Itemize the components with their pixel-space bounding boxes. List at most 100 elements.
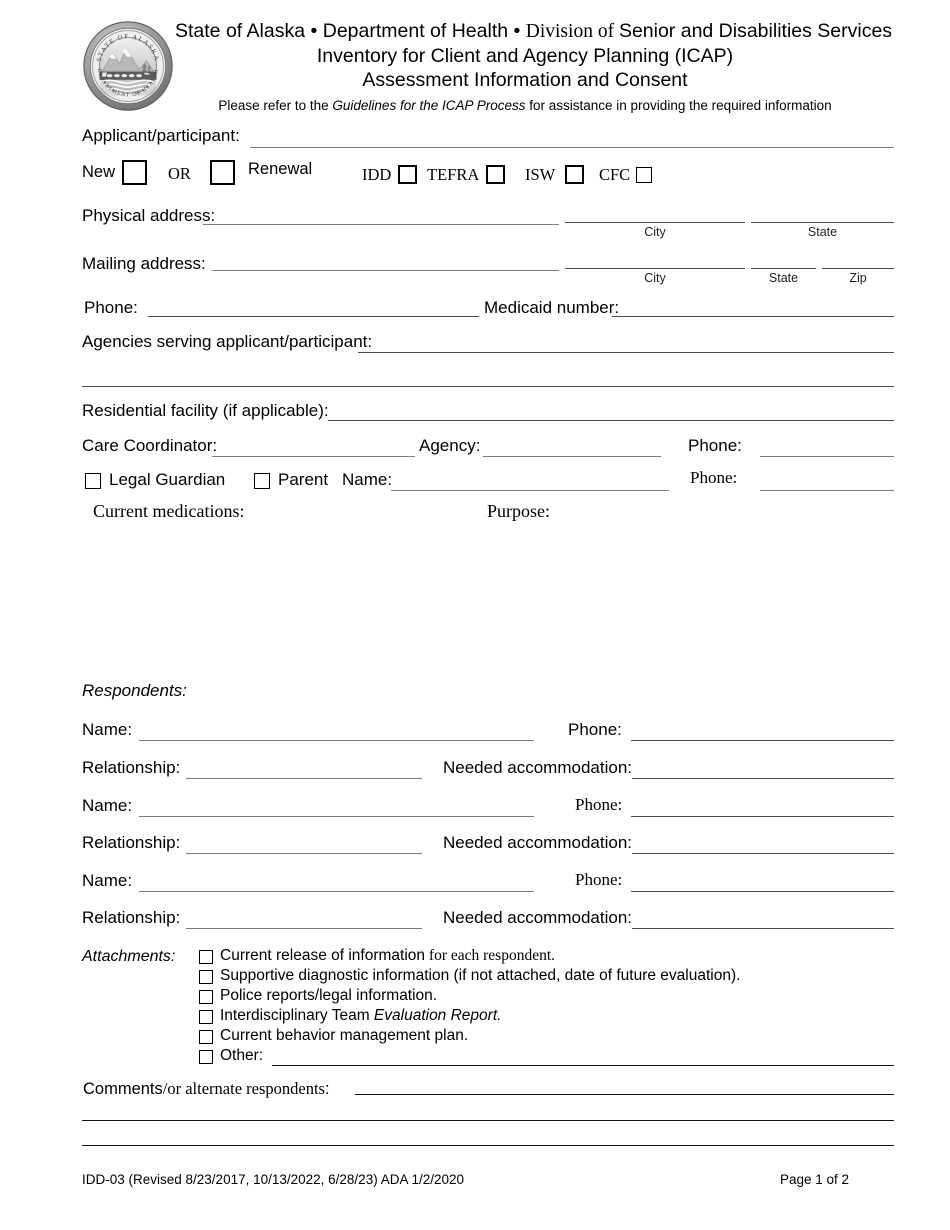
attachment-checkbox-behavior-management-plan[interactable]	[199, 1030, 213, 1044]
attachment-label-police-reports: Police reports/legal information.	[220, 987, 438, 1004]
guardian-phone-input[interactable]	[760, 490, 894, 491]
attachment-checkbox-other[interactable]	[199, 1050, 213, 1064]
attachment-0-text-a: Current release of information	[220, 947, 426, 964]
attachment-checkbox-police-reports[interactable]	[199, 990, 213, 1004]
icap-form-page: STATE OF ALASKA DEPARTMENT OF HEALTH Sta…	[0, 0, 950, 1230]
physical-state-caption: State	[807, 225, 838, 239]
agency-header-part-c: Senior and Disabilities Services	[618, 20, 893, 42]
agencies-serving-input-line-1[interactable]	[358, 352, 894, 353]
respondent-1-accommodation-input[interactable]	[632, 778, 894, 779]
care-coordinator-agency-input[interactable]	[483, 456, 661, 457]
care-coordinator-label: Care Coordinator:	[82, 436, 218, 455]
program-isw-checkbox[interactable]	[565, 165, 584, 184]
attachment-label-interdisciplinary-team-report: Interdisciplinary Team Evaluation Report…	[220, 1007, 501, 1025]
renewal-checkbox[interactable]	[210, 160, 235, 185]
physical-address-street-input[interactable]	[203, 224, 559, 225]
respondents-heading: Respondents:	[82, 681, 187, 700]
agency-header-line: State of Alaska • Department of Health •…	[175, 20, 892, 43]
attachment-0-text-b: for each respondent.	[425, 947, 556, 964]
care-coordinator-agency-label: Agency:	[419, 436, 481, 455]
respondent-2-phone-input[interactable]	[631, 816, 894, 817]
respondent-3-accommodation-label: Needed accommodation:	[443, 908, 633, 927]
mailing-address-city-input[interactable]	[565, 268, 745, 269]
form-title-line-2: Assessment Information and Consent	[362, 69, 688, 91]
residential-facility-input[interactable]	[328, 420, 894, 421]
physical-address-state-input[interactable]	[751, 222, 894, 223]
agency-header-part-b: Division of	[525, 21, 619, 42]
agencies-serving-label: Agencies serving applicant/participant:	[82, 332, 373, 351]
mailing-city-caption: City	[644, 271, 666, 285]
legal-guardian-label: Legal Guardian	[109, 470, 226, 489]
new-checkbox[interactable]	[122, 160, 147, 185]
footer-form-id: IDD-03 (Revised 8/23/2017, 10/13/2022, 6…	[82, 1172, 465, 1187]
respondent-2-accommodation-label: Needed accommodation:	[443, 833, 633, 852]
respondent-2-accommodation-input[interactable]	[632, 853, 894, 854]
agencies-serving-input-line-2[interactable]	[82, 386, 894, 387]
form-title-line-1: Inventory for Client and Agency Planning…	[316, 45, 734, 67]
attachment-other-input[interactable]	[272, 1065, 894, 1066]
mailing-address-label: Mailing address:	[82, 254, 206, 273]
respondent-1-name-input[interactable]	[139, 740, 534, 741]
respondent-2-name-input[interactable]	[139, 816, 534, 817]
medicaid-number-input[interactable]	[612, 316, 894, 317]
parent-checkbox[interactable]	[254, 473, 270, 489]
residential-facility-label: Residential facility (if applicable):	[82, 401, 329, 420]
care-coordinator-phone-input[interactable]	[760, 456, 894, 457]
comments-label: Comments/or alternate respondents:	[83, 1079, 330, 1099]
respondent-1-relationship-input[interactable]	[186, 778, 422, 779]
respondent-2-name-label: Name:	[82, 796, 133, 815]
respondent-3-phone-input[interactable]	[631, 891, 894, 892]
respondent-3-name-input[interactable]	[139, 891, 534, 892]
legal-guardian-checkbox[interactable]	[85, 473, 101, 489]
respondent-2-relationship-input[interactable]	[186, 853, 422, 854]
care-coordinator-phone-label: Phone:	[688, 436, 742, 455]
or-label: OR	[168, 164, 191, 183]
respondent-3-name-label: Name:	[82, 871, 133, 890]
attachment-label-behavior-management-plan: Current behavior management plan.	[220, 1027, 469, 1044]
comments-label-part-a: Comments	[83, 1080, 163, 1098]
current-medications-input[interactable]	[93, 528, 473, 658]
current-medications-label: Current medications:	[93, 501, 245, 521]
program-idd-checkbox[interactable]	[398, 165, 417, 184]
purpose-input[interactable]	[487, 528, 887, 658]
parent-label: Parent	[278, 470, 329, 489]
mailing-address-state-input[interactable]	[751, 268, 816, 269]
comments-input-line-2[interactable]	[82, 1120, 894, 1121]
mailing-address-zip-input[interactable]	[822, 268, 894, 269]
program-tefra-label: TEFRA	[427, 165, 480, 184]
program-idd-label: IDD	[362, 165, 392, 184]
instruction-guidelines-title: Guidelines for the ICAP Process	[332, 98, 526, 113]
comments-input-line-3[interactable]	[82, 1145, 894, 1146]
applicant-phone-label: Phone:	[84, 298, 138, 317]
guardian-name-input[interactable]	[391, 490, 669, 491]
respondent-1-phone-input[interactable]	[631, 740, 894, 741]
mailing-address-street-input[interactable]	[212, 270, 559, 271]
mailing-state-caption: State	[768, 271, 799, 285]
program-cfc-checkbox[interactable]	[636, 167, 652, 183]
applicant-label: Applicant/participant:	[82, 126, 240, 145]
program-tefra-checkbox[interactable]	[486, 165, 505, 184]
attachment-3-text-a: Interdisciplinary Team	[220, 1007, 374, 1024]
footer-page-number: Page 1 of 2	[780, 1172, 850, 1187]
respondent-3-accommodation-input[interactable]	[632, 928, 894, 929]
respondent-3-relationship-input[interactable]	[186, 928, 422, 929]
attachment-checkbox-interdisciplinary-team-report[interactable]	[199, 1010, 213, 1024]
applicant-phone-input[interactable]	[148, 316, 479, 317]
purpose-label: Purpose:	[487, 501, 550, 521]
state-of-alaska-seal-logo: STATE OF ALASKA DEPARTMENT OF HEALTH	[82, 20, 174, 112]
applicant-name-input[interactable]	[250, 147, 894, 148]
physical-address-city-input[interactable]	[565, 222, 745, 223]
respondent-3-relationship-label: Relationship:	[82, 908, 181, 927]
attachment-3-text-b: Evaluation Report.	[373, 1007, 502, 1024]
comments-input-line-1[interactable]	[355, 1094, 894, 1095]
attachment-checkbox-release-of-information[interactable]	[199, 950, 213, 964]
guardian-phone-label: Phone:	[690, 468, 738, 487]
care-coordinator-input[interactable]	[212, 456, 415, 457]
program-cfc-label: CFC	[599, 165, 631, 184]
physical-city-caption: City	[644, 225, 666, 239]
instruction-part-a: Please refer to the	[218, 98, 333, 113]
attachment-checkbox-supportive-diagnostic-information[interactable]	[199, 970, 213, 984]
renewal-label: Renewal	[248, 160, 313, 178]
attachments-heading: Attachments:	[82, 948, 176, 965]
respondent-2-relationship-label: Relationship:	[82, 833, 181, 852]
